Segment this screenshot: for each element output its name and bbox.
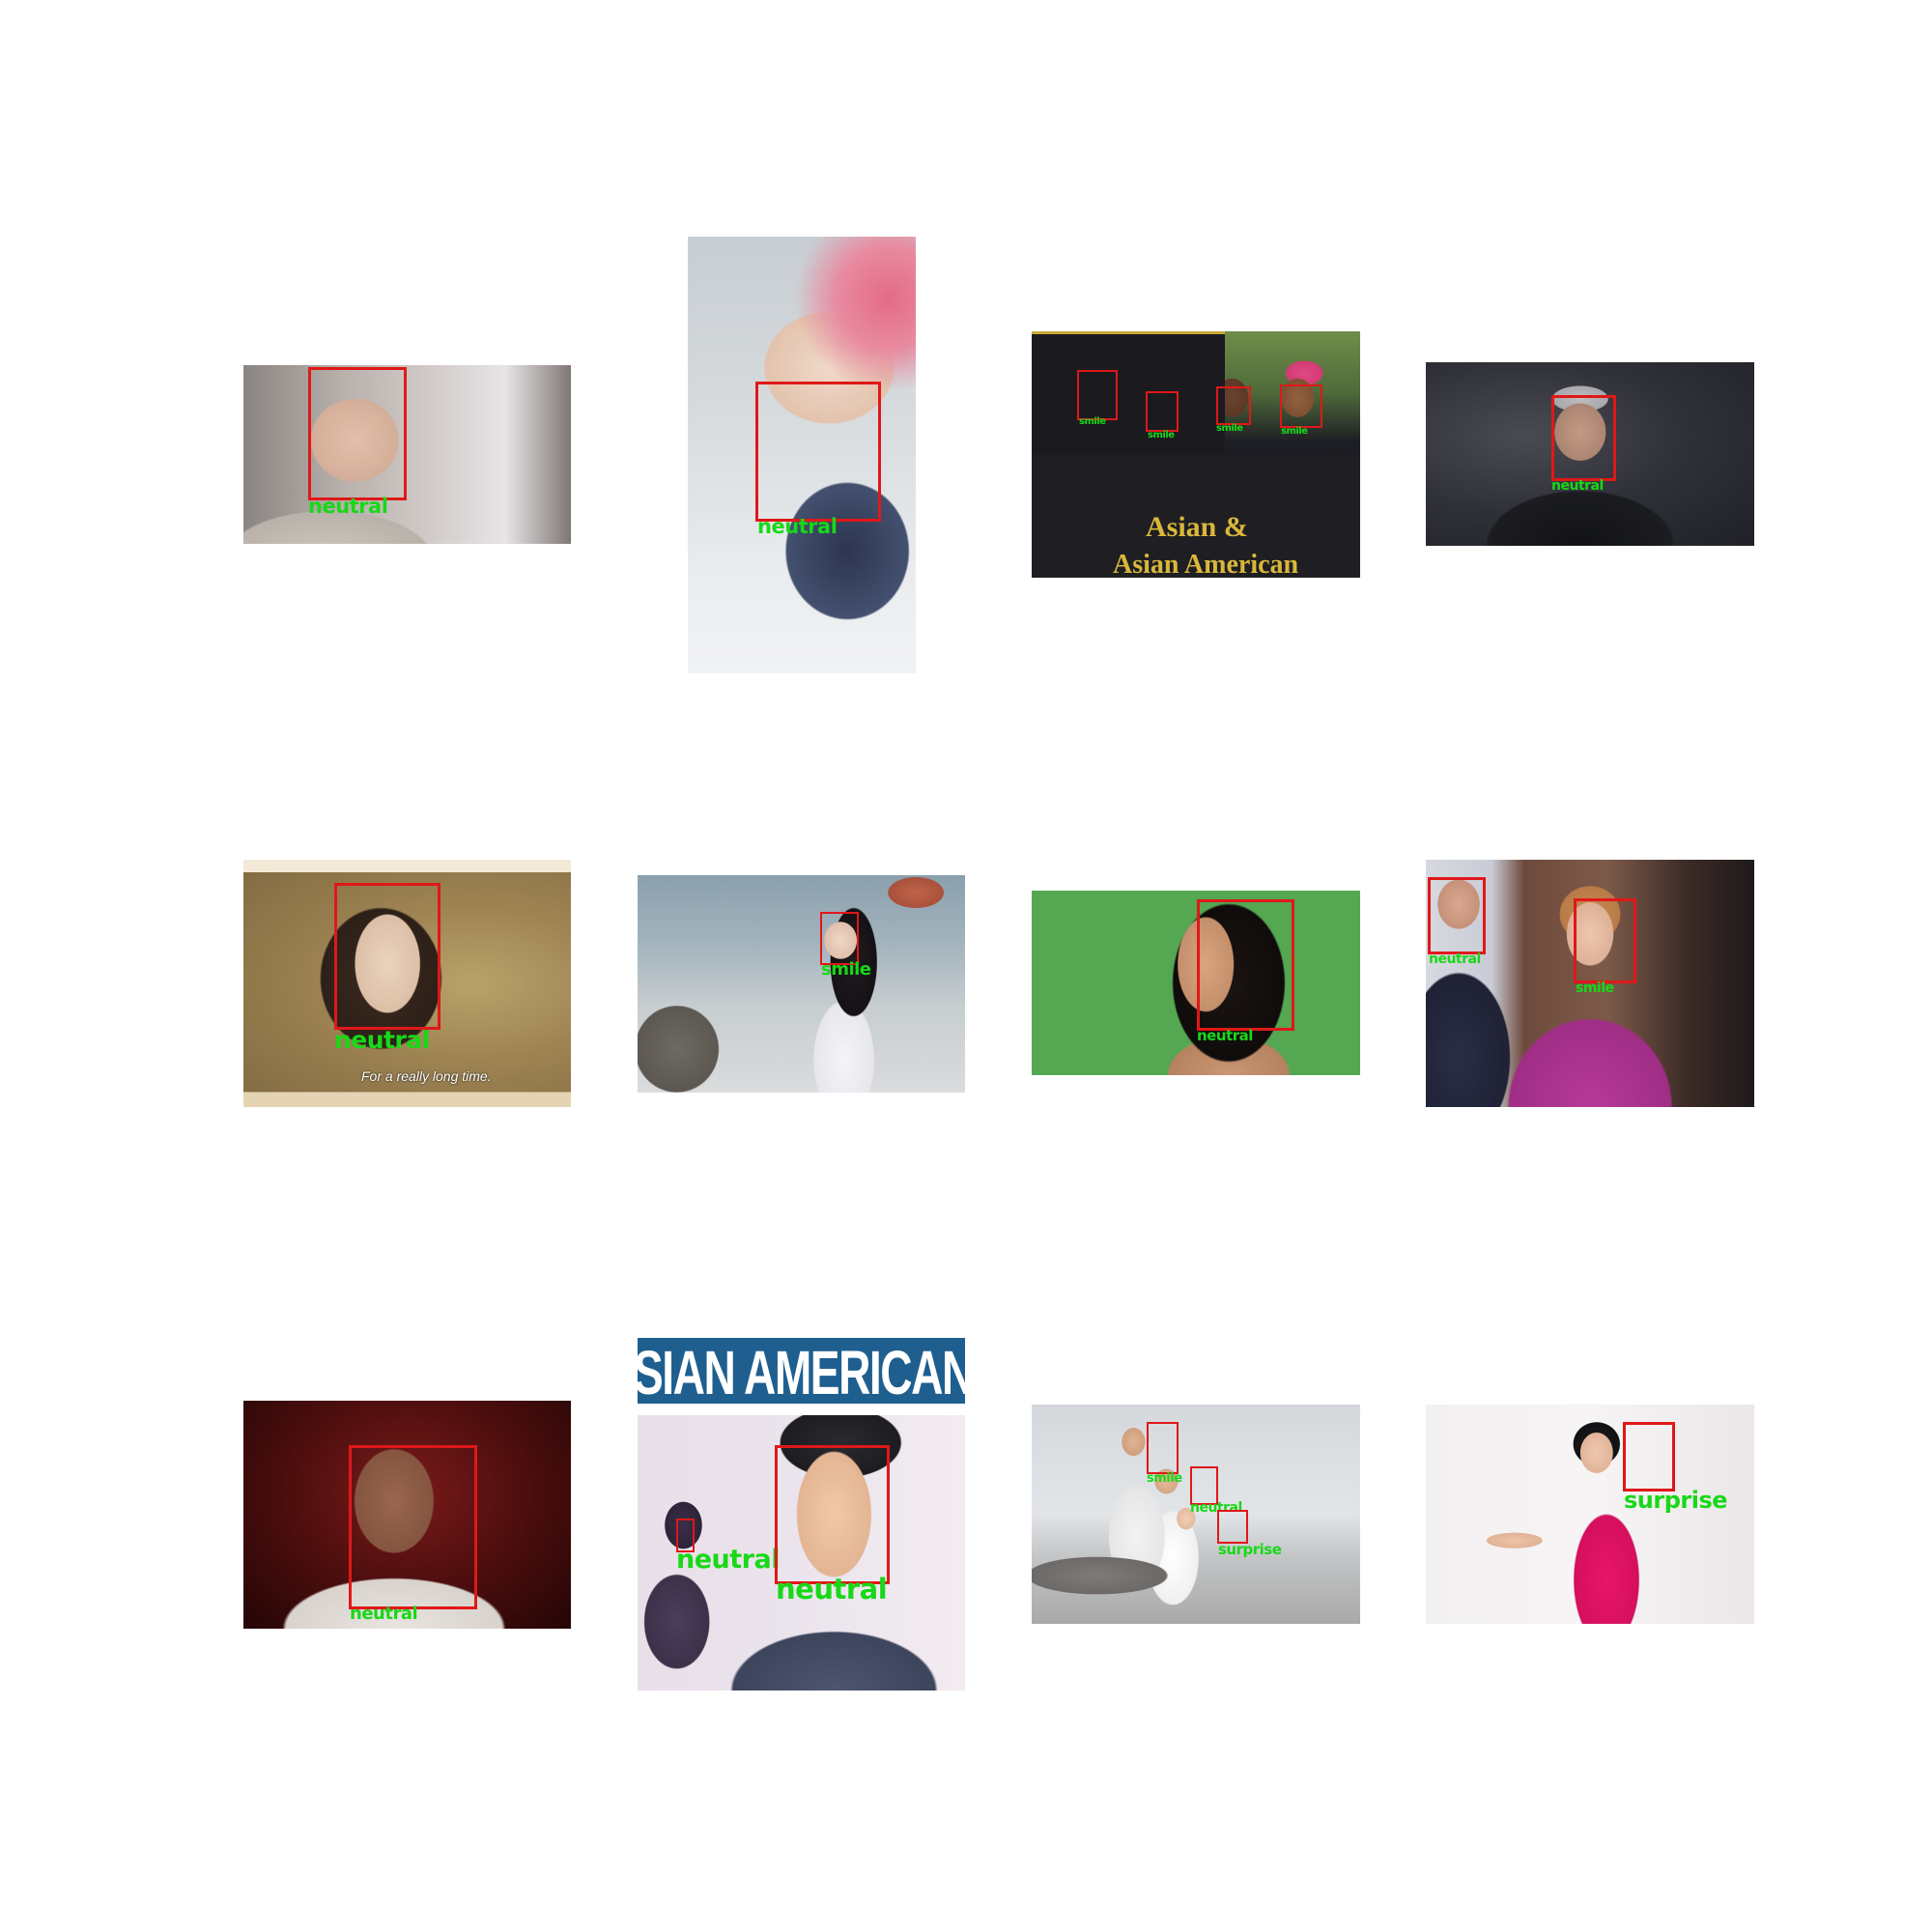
emotion-label: smile <box>1148 430 1175 440</box>
emotion-label: smile <box>821 959 871 980</box>
face-box <box>755 382 881 522</box>
face-box <box>308 367 407 500</box>
face-box <box>1190 1466 1218 1505</box>
emotion-label: neutral <box>1429 952 1481 967</box>
face-box <box>1280 384 1322 428</box>
emotion-label: neutral <box>676 1545 780 1575</box>
photo-tile-r1c3: Asian & Asian American smile smile smile… <box>1032 331 1360 578</box>
photo-tile-r1c2: neutral <box>688 237 916 673</box>
face-box <box>775 1445 890 1584</box>
emotion-label: neutral <box>1551 478 1604 494</box>
subtitle-text: For a really long time. <box>361 1068 492 1084</box>
banner-text-line1: Asian & <box>1146 511 1248 543</box>
face-box <box>1147 1422 1179 1474</box>
emotion-label: neutral <box>350 1604 418 1624</box>
emotion-label: neutral <box>308 495 388 518</box>
emotion-label: smile <box>1079 416 1106 427</box>
emotion-label: neutral <box>334 1026 430 1054</box>
emotion-label: neutral <box>757 515 838 538</box>
photo-tile-r2c3: neutral <box>1032 891 1360 1075</box>
face-box <box>820 912 859 965</box>
emotion-label: surprise <box>1218 1541 1282 1558</box>
face-box <box>1428 877 1486 954</box>
face-box <box>1574 898 1636 983</box>
face-box <box>334 883 440 1030</box>
photo-tile-r2c2: smile <box>638 875 965 1093</box>
face-box <box>1216 386 1251 425</box>
face-box <box>1146 391 1179 432</box>
face-box <box>1623 1422 1675 1492</box>
face-emotion-grid: neutral neutral Asian & Asian American s… <box>0 0 1932 1932</box>
banner-text-line2: Asian American <box>1113 550 1299 579</box>
emotion-label: smile <box>1147 1471 1182 1486</box>
emotion-label: smile <box>1576 980 1614 996</box>
face-box <box>1551 395 1616 481</box>
face-box <box>349 1445 477 1609</box>
face-box <box>1197 899 1294 1031</box>
face-box <box>1217 1510 1248 1544</box>
photo-tile-r1c4: neutral <box>1426 362 1754 546</box>
photo-tile-r3c2: SIAN AMERICAN neutral neutral <box>638 1338 965 1690</box>
photo-tile-r3c3: smile neutral surprise <box>1032 1405 1360 1624</box>
emotion-label: neutral <box>776 1573 888 1605</box>
photo-tile-r3c1: neutral <box>243 1401 571 1629</box>
photo-tile-r1c1: neutral <box>243 365 571 544</box>
emotion-label: surprise <box>1624 1487 1728 1514</box>
photo-tile-r2c4: neutral smile <box>1426 860 1754 1107</box>
photo-tile-r3c4: surprise <box>1426 1405 1754 1624</box>
emotion-label: neutral <box>1197 1027 1253 1044</box>
emotion-label: smile <box>1281 426 1308 437</box>
banner-text: SIAN AMERICAN <box>638 1338 965 1407</box>
face-box <box>1077 370 1118 420</box>
emotion-label: smile <box>1216 423 1243 434</box>
photo-tile-r2c1: For a really long time. neutral <box>243 860 571 1107</box>
